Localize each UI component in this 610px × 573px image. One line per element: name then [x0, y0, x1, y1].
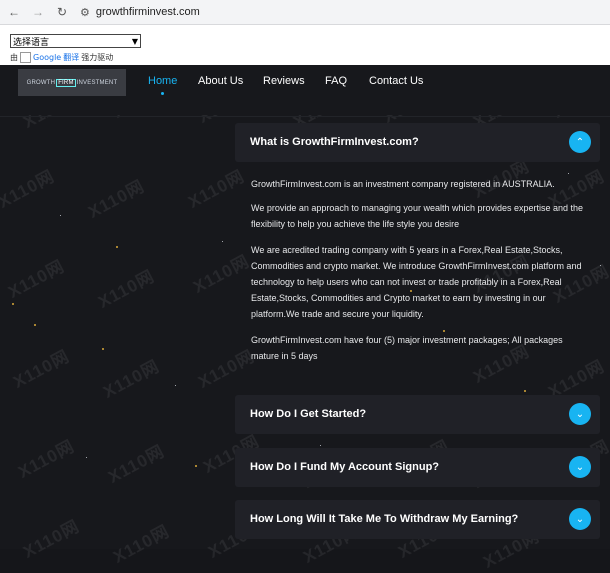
- watermark: X110网: [95, 266, 158, 312]
- star-dot: [116, 246, 118, 248]
- reload-icon[interactable]: ↻: [54, 5, 70, 19]
- chevron-down-icon[interactable]: ⌄: [569, 508, 591, 530]
- star-dot: [524, 390, 526, 392]
- watermark: X110网: [185, 166, 248, 212]
- translate-widget: 选择语言 ▼ 由 Google 翻译 强力驱动: [0, 25, 610, 65]
- faq-item-3[interactable]: How Do I Fund My Account Signup? ⌄: [235, 448, 600, 487]
- powered-by-google: 由 Google 翻译 强力驱动: [10, 52, 113, 63]
- language-select-label: 选择语言: [13, 37, 50, 48]
- powered-prefix: 由: [10, 53, 18, 62]
- star-dot: [195, 465, 197, 467]
- language-select[interactable]: 选择语言 ▼: [10, 34, 141, 48]
- watermark: X110网: [10, 346, 73, 392]
- star-dot: [222, 241, 223, 242]
- site-info-icon[interactable]: ⚙: [80, 6, 90, 19]
- site-header: GROWTH FIRM INVESTMENT Home About Us Rev…: [0, 65, 610, 115]
- watermark: X110网: [0, 166, 58, 212]
- logo-part-investment: INVESTMENT: [76, 79, 118, 86]
- star-dot: [175, 385, 176, 386]
- watermark: X110网: [100, 356, 163, 402]
- header-divider: [0, 116, 610, 117]
- chevron-up-icon[interactable]: ⌃: [569, 131, 591, 153]
- watermark: X110网: [5, 256, 68, 302]
- faq-answer: GrowthFirmInvest.com is an investment co…: [251, 176, 586, 374]
- translate-link[interactable]: 翻译: [63, 52, 79, 63]
- star-dot: [600, 265, 601, 266]
- faq-question: How Long Will It Take Me To Withdraw My …: [250, 513, 519, 525]
- broken-image-icon: [20, 52, 31, 63]
- nav-about[interactable]: About Us: [198, 75, 243, 87]
- faq-item-4[interactable]: How Long Will It Take Me To Withdraw My …: [235, 500, 600, 539]
- powered-suffix: 强力驱动: [81, 53, 114, 62]
- forward-arrow-icon[interactable]: →: [30, 5, 46, 19]
- star-dot: [568, 173, 569, 174]
- star-dot: [34, 324, 36, 326]
- answer-paragraph-3: We are acredited trading company with 5 …: [251, 245, 582, 319]
- nav-reviews[interactable]: Reviews: [263, 75, 305, 87]
- faq-item-1[interactable]: What is GrowthFirmInvest.com? ⌃: [235, 123, 600, 162]
- chevron-down-icon[interactable]: ⌄: [569, 456, 591, 478]
- watermark: X110网: [190, 251, 253, 297]
- faq-question: How Do I Fund My Account Signup?: [250, 461, 440, 473]
- watermark: X110网: [195, 346, 258, 392]
- browser-toolbar: ← → ↻ ⚙ growthfirminvest.com: [0, 0, 610, 25]
- nav-home-indicator: [148, 75, 176, 95]
- answer-paragraph-2: We provide an approach to managing your …: [251, 203, 584, 229]
- star-dot: [102, 348, 104, 350]
- faq-question: How Do I Get Started?: [250, 408, 367, 420]
- watermark: X110网: [110, 521, 173, 567]
- nav-contact[interactable]: Contact Us: [369, 75, 423, 87]
- watermark: X110网: [85, 176, 148, 222]
- star-dot: [320, 445, 321, 446]
- watermark: X110网: [105, 441, 168, 487]
- chevron-down-icon[interactable]: ⌄: [569, 403, 591, 425]
- star-dot: [86, 457, 87, 458]
- address-bar[interactable]: growthfirminvest.com: [96, 6, 200, 18]
- nav-faq[interactable]: FAQ: [325, 75, 347, 87]
- star-dot: [60, 215, 61, 216]
- answer-paragraph-1: GrowthFirmInvest.com is an investment co…: [251, 179, 555, 189]
- google-logo-alt: Google: [33, 53, 62, 62]
- faq-item-2[interactable]: How Do I Get Started? ⌄: [235, 395, 600, 434]
- star-dot: [12, 303, 14, 305]
- back-arrow-icon[interactable]: ←: [6, 5, 22, 19]
- watermark: X110网: [15, 436, 78, 482]
- site-page: X110网 X110网 X110网 X110网 X110网 X110网 X110网 X110网…: [0, 65, 610, 572]
- answer-paragraph-4: GrowthFirmInvest.com have four (5) major…: [251, 335, 563, 361]
- chevron-down-icon: ▼: [131, 36, 138, 46]
- logo-part-firm: FIRM: [56, 78, 76, 87]
- faq-question: What is GrowthFirmInvest.com?: [250, 136, 419, 148]
- watermark: X110网: [20, 516, 83, 562]
- logo-part-growth: GROWTH: [26, 79, 56, 86]
- site-logo[interactable]: GROWTH FIRM INVESTMENT: [18, 69, 126, 96]
